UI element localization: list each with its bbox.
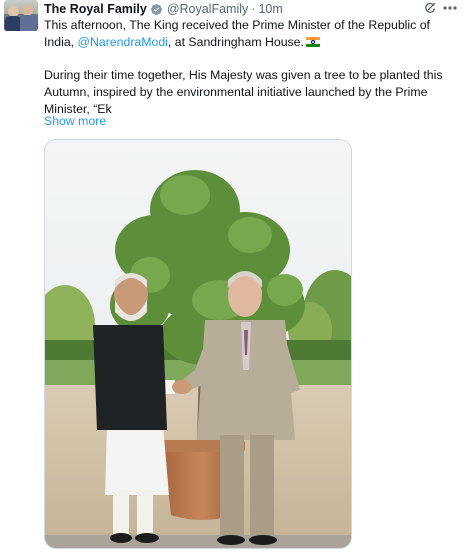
- post-paragraph-2: During their time together, His Majesty …: [44, 68, 443, 116]
- photo-illustration: [45, 140, 351, 548]
- post-text: This afternoon, The King received the Pr…: [44, 17, 462, 118]
- mention-link[interactable]: @NarendraModi: [78, 35, 168, 49]
- post-timestamp[interactable]: 10m: [258, 1, 282, 17]
- separator-dot: ·: [251, 2, 256, 16]
- more-options-icon[interactable]: [441, 2, 459, 14]
- post-paragraph-1: This afternoon, The King received the Pr…: [44, 18, 430, 49]
- india-flag-emoji: [305, 37, 320, 47]
- post-photo[interactable]: [44, 139, 352, 549]
- grok-icon[interactable]: [423, 1, 437, 15]
- author-handle[interactable]: @RoyalFamily: [167, 1, 248, 17]
- post-header: The Royal Family @RoyalFamily · 10m: [44, 1, 283, 17]
- avatar[interactable]: [4, 0, 38, 31]
- show-more-link[interactable]: Show more: [44, 113, 106, 129]
- verified-badge-icon: [150, 3, 162, 15]
- author-name[interactable]: The Royal Family: [44, 1, 147, 17]
